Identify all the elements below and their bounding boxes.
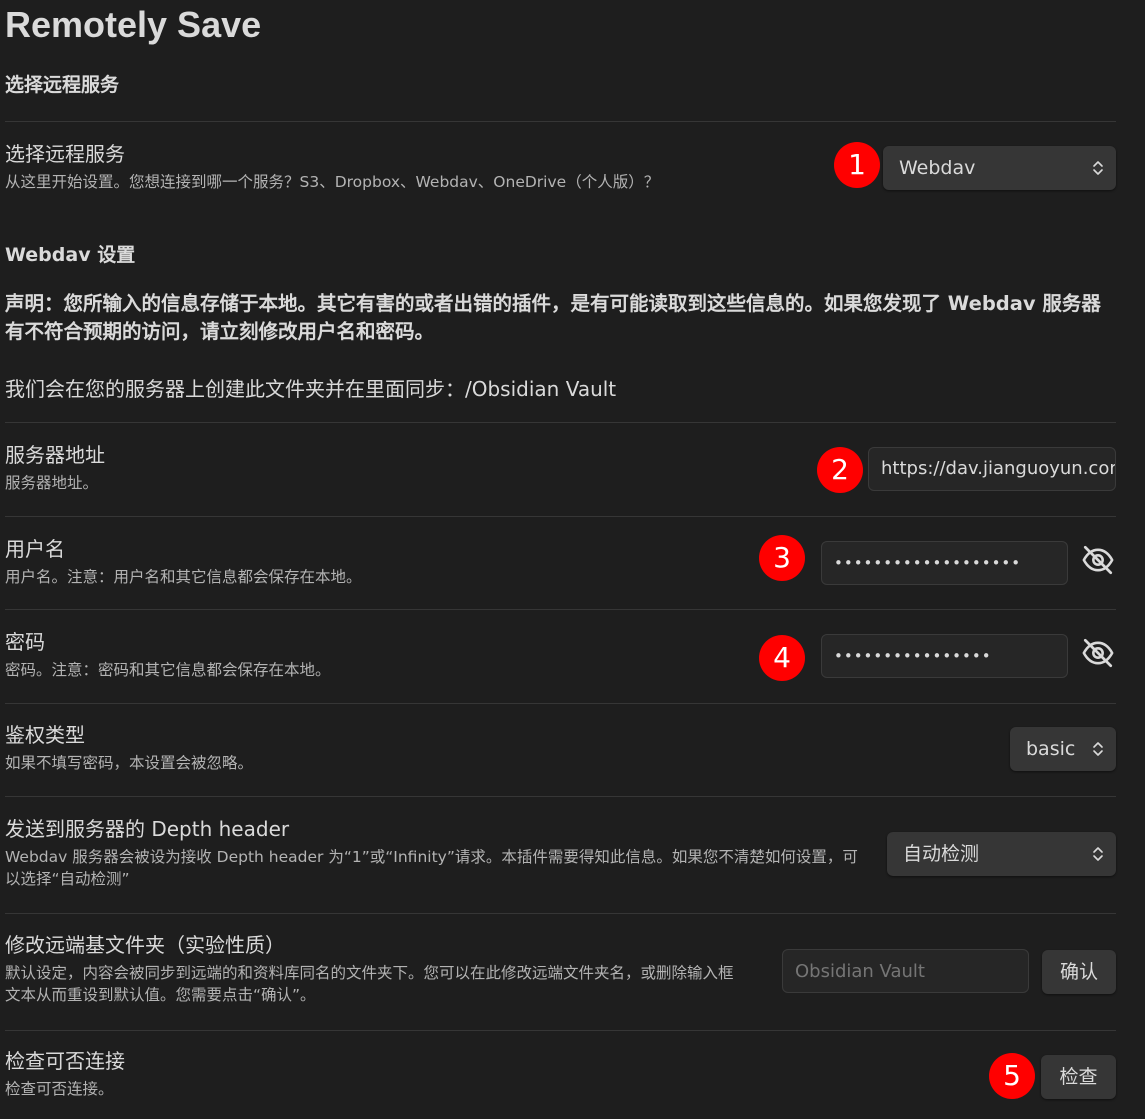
setting-description: Webdav 服务器会被设为接收 Depth header 为“1”或“Infi…: [5, 848, 858, 888]
service-select[interactable]: Webdav: [883, 146, 1116, 190]
service-select-value: Webdav: [899, 157, 976, 179]
depth-header-select-value: 自动检测: [903, 843, 980, 865]
auth-type-select-value: basic: [1026, 738, 1076, 760]
annotation-badge-2: 2: [817, 447, 863, 493]
eye-off-icon[interactable]: [1081, 636, 1115, 670]
plugin-title: Remotely Save: [5, 4, 262, 45]
security-notice: 声明：您所输入的信息存储于本地。其它有害的或者出错的插件，是有可能读取到这些信息…: [5, 292, 1101, 343]
divider: [5, 516, 1116, 517]
annotation-badge-4: 4: [759, 635, 805, 681]
divider: [5, 609, 1116, 610]
section-heading-webdav: Webdav 设置: [5, 244, 136, 266]
setting-name: 鉴权类型: [5, 723, 85, 747]
setting-name: 检查可否连接: [5, 1049, 125, 1073]
annotation-badge-3: 3: [759, 535, 805, 581]
divider: [5, 796, 1116, 797]
confirm-button[interactable]: 确认: [1042, 950, 1116, 994]
eye-off-icon[interactable]: [1081, 543, 1115, 577]
chevron-updown-icon: [1093, 161, 1103, 175]
setting-auth-type: 鉴权类型 如果不填写密码，本设置会被忽略。: [5, 722, 1116, 774]
username-input[interactable]: •••••••••••••••••••: [821, 541, 1068, 585]
auth-type-select[interactable]: basic: [1010, 727, 1116, 771]
setting-description: 默认设定，内容会被同步到远端的和资料库同名的文件夹下。您可以在此修改远端文件夹名…: [5, 964, 734, 1004]
depth-header-select[interactable]: 自动检测: [887, 832, 1116, 876]
setting-description: 如果不填写密码，本设置会被忽略。: [5, 754, 254, 772]
remote-base-dir-input[interactable]: [782, 949, 1029, 993]
divider: [5, 121, 1116, 122]
chevron-updown-icon: [1093, 742, 1103, 756]
divider: [5, 703, 1116, 704]
divider: [5, 1030, 1116, 1031]
annotation-badge-1: 1: [834, 142, 880, 188]
chevron-updown-icon: [1093, 847, 1103, 861]
section-heading-choose-service: 选择远程服务: [5, 74, 120, 96]
setting-description: 检查可否连接。: [5, 1080, 114, 1098]
password-input[interactable]: ••••••••••••••••: [821, 634, 1068, 678]
divider: [5, 913, 1116, 914]
divider: [5, 422, 1116, 423]
remote-folder-info: 我们会在您的服务器上创建此文件夹并在里面同步：/Obsidian Vault: [5, 377, 617, 401]
server-address-input[interactable]: https://dav.jianguoyun.com: [868, 447, 1116, 491]
check-connection-button[interactable]: 检查: [1041, 1055, 1116, 1099]
setting-check-connection: 检查可否连接 检查可否连接。: [5, 1048, 1116, 1100]
annotation-badge-5: 5: [989, 1053, 1035, 1099]
